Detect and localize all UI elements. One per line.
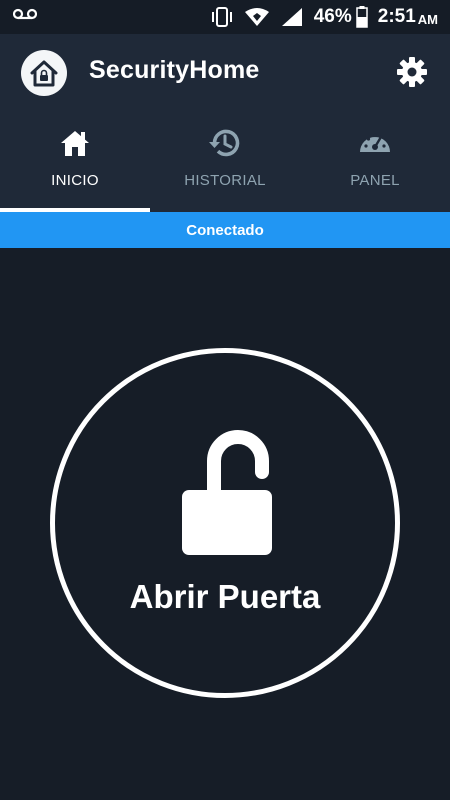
connection-status-text: Conectado — [186, 221, 264, 239]
unlock-icon — [182, 430, 272, 555]
home-lock-icon — [21, 50, 67, 96]
tab-bar: INICIO HISTORIAL PANEL — [0, 122, 450, 212]
connection-status-banner: Conectado — [0, 212, 450, 248]
tab-label: INICIO — [51, 172, 99, 189]
signal-icon — [281, 8, 302, 26]
tab-inicio[interactable]: INICIO — [0, 122, 150, 212]
vibrate-icon — [211, 7, 232, 27]
open-door-label: Abrir Puerta — [129, 578, 321, 615]
wifi-icon — [244, 8, 269, 26]
tab-label: PANEL — [350, 172, 400, 189]
clock-ampm: AM — [417, 12, 438, 27]
tab-label: HISTORIAL — [184, 172, 266, 189]
battery-percent: 46% — [313, 6, 352, 27]
app-bar: SecurityHome INICIO HISTORIAL PANEL — [0, 34, 450, 212]
gear-icon[interactable] — [396, 56, 428, 88]
home-icon — [61, 131, 89, 156]
tab-historial[interactable]: HISTORIAL — [150, 122, 300, 212]
voicemail-icon — [13, 8, 37, 20]
history-icon — [209, 129, 240, 157]
status-bar: 46% 2:51 AM — [0, 0, 450, 34]
open-door-button[interactable]: Abrir Puerta — [50, 348, 400, 698]
speedometer-icon — [360, 133, 390, 152]
battery-icon — [356, 6, 368, 28]
clock-time: 2:51 — [377, 6, 416, 27]
app-title: SecurityHome — [89, 56, 260, 84]
tab-panel[interactable]: PANEL — [300, 122, 450, 212]
